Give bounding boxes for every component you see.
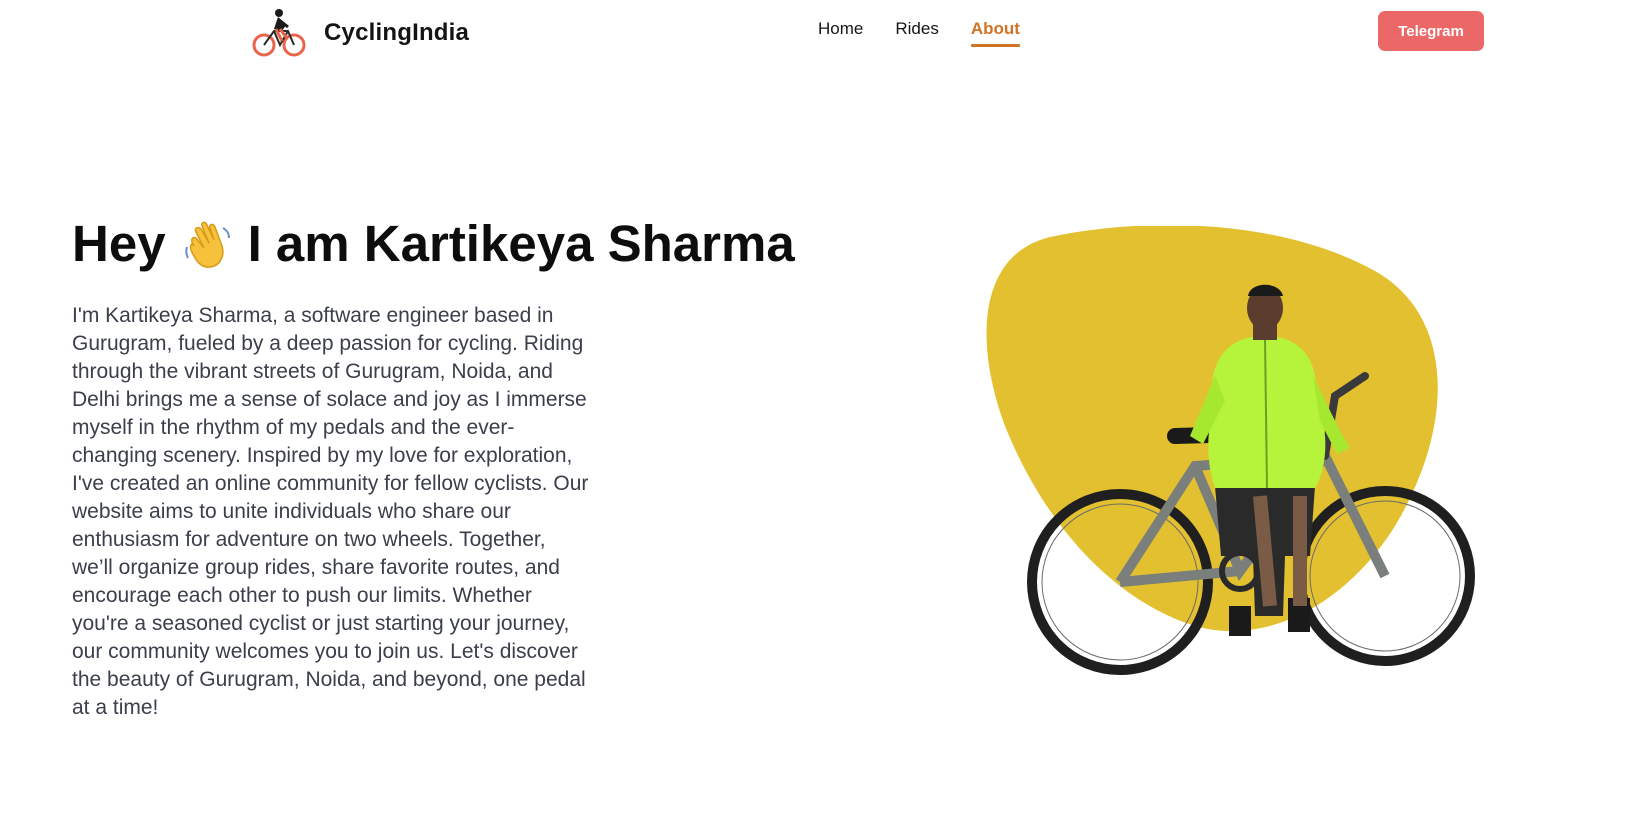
nav-home[interactable]: Home bbox=[818, 19, 863, 47]
brand-name: CyclingIndia bbox=[324, 19, 470, 46]
cyclist-logo-icon bbox=[252, 9, 306, 57]
page-title: Hey I am Kartikeya Sharma bbox=[72, 214, 795, 273]
site-header: CyclingIndia Home Rides About Telegram bbox=[0, 0, 1643, 66]
title-greeting: Hey bbox=[72, 215, 166, 272]
waving-hand-icon bbox=[184, 221, 230, 268]
brand-link[interactable]: CyclingIndia bbox=[252, 7, 469, 59]
telegram-button[interactable]: Telegram bbox=[1378, 11, 1484, 51]
main-nav: Home Rides About bbox=[818, 19, 1052, 47]
title-name: I am Kartikeya Sharma bbox=[247, 215, 795, 272]
about-page: CyclingIndia Home Rides About Telegram H… bbox=[0, 0, 1643, 829]
about-paragraph: I'm Kartikeya Sharma, a software enginee… bbox=[72, 304, 589, 719]
nav-about[interactable]: About bbox=[970, 19, 1021, 47]
cyclist-illustration bbox=[986, 226, 1475, 675]
nav-rides[interactable]: Rides bbox=[895, 19, 938, 47]
